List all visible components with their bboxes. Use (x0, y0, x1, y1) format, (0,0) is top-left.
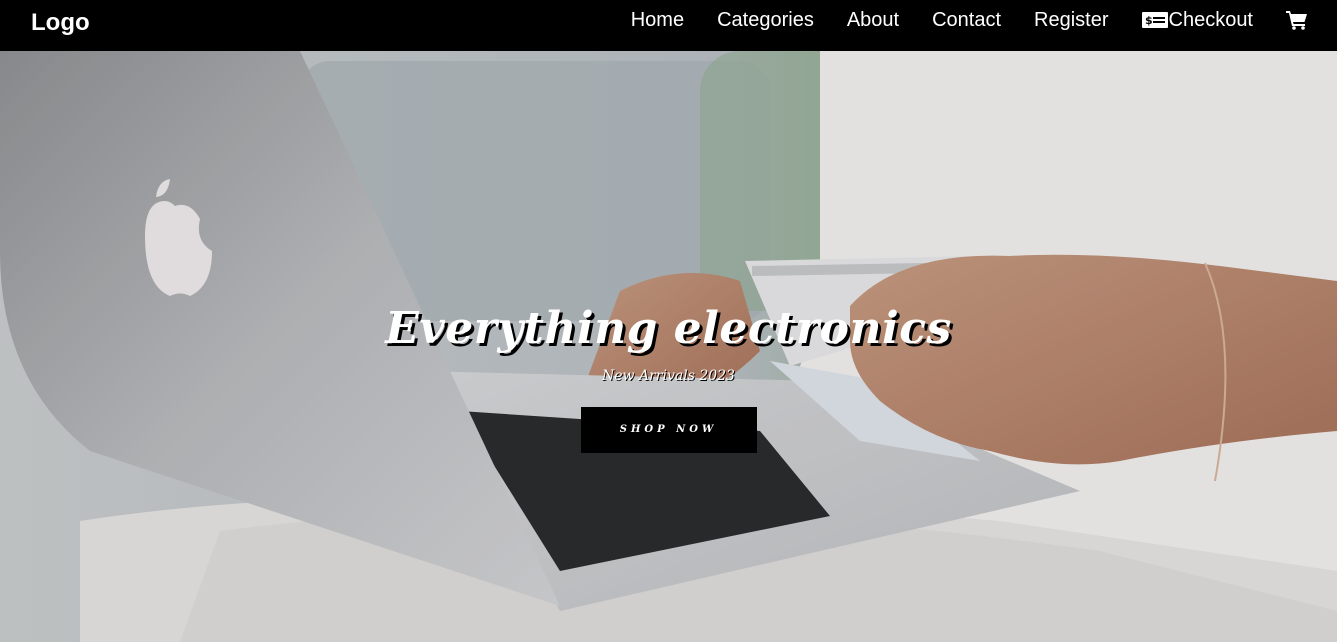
nav-link-contact[interactable]: Contact (932, 9, 1001, 32)
shop-now-button[interactable]: SHOP NOW (580, 407, 757, 453)
hero-subtitle: New Arrivals 2023 (602, 368, 735, 384)
hero-content: Everything electronics New Arrivals 2023… (0, 299, 1337, 453)
nav-links: Home Categories About Contact Register $… (631, 0, 1337, 40)
svg-text:$: $ (1145, 14, 1153, 27)
hero-section: Everything electronics New Arrivals 2023… (0, 51, 1337, 642)
nav-link-about[interactable]: About (847, 9, 899, 32)
nav-link-home[interactable]: Home (631, 9, 684, 32)
hero-title: Everything electronics (385, 303, 952, 354)
shopping-cart-icon (1286, 11, 1307, 30)
nav-link-checkout[interactable]: $ Checkout (1141, 8, 1254, 32)
navbar: Logo Home Categories About Contact Regis… (0, 0, 1337, 51)
nav-link-register[interactable]: Register (1034, 9, 1108, 32)
cart-link[interactable] (1286, 10, 1337, 30)
cash-register-icon: $ (1141, 12, 1168, 28)
nav-link-categories[interactable]: Categories (717, 9, 814, 32)
checkout-label: Checkout (1168, 8, 1254, 31)
logo[interactable]: Logo (31, 9, 90, 37)
